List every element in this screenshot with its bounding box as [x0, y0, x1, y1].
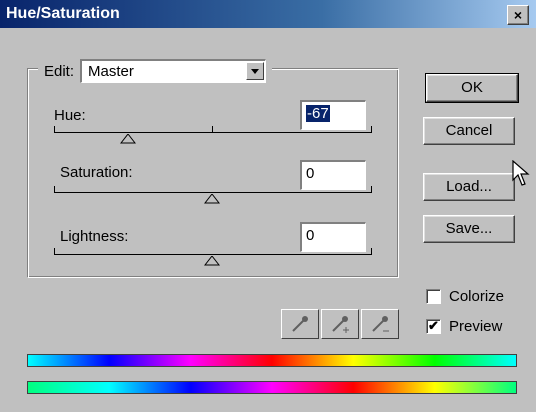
- hue-slider-thumb[interactable]: [120, 134, 136, 144]
- eyedropper-minus-icon: [372, 316, 389, 332]
- hue-slider-track[interactable]: [54, 132, 372, 133]
- saturation-slider-track[interactable]: [54, 192, 372, 193]
- lightness-tick-left: [54, 248, 55, 254]
- edit-dropdown[interactable]: Master: [80, 59, 267, 83]
- input-hue-spectrum: [27, 354, 517, 367]
- colorize-checkbox[interactable]: [426, 289, 441, 304]
- lightness-value: 0: [306, 227, 315, 244]
- chevron-down-icon[interactable]: [246, 62, 265, 80]
- mouse-cursor-icon: [512, 160, 530, 186]
- saturation-slider-thumb[interactable]: [204, 194, 220, 204]
- preview-option[interactable]: ✔ Preview: [426, 318, 502, 335]
- eyedropper-plus-button[interactable]: [321, 309, 359, 339]
- lightness-input[interactable]: 0: [300, 222, 366, 252]
- eyedropper-icon: [292, 316, 308, 332]
- lightness-label: Lightness:: [60, 228, 129, 245]
- saturation-input[interactable]: 0: [300, 160, 366, 190]
- lightness-tick-right: [371, 248, 372, 254]
- window-title: Hue/Saturation: [6, 5, 120, 22]
- saturation-value: 0: [306, 165, 315, 182]
- save-button[interactable]: Save...: [423, 215, 515, 243]
- close-button[interactable]: ×: [507, 5, 529, 25]
- edit-label: Edit:: [44, 62, 75, 80]
- lightness-slider-track[interactable]: [54, 254, 372, 255]
- edit-dropdown-value: Master: [88, 63, 134, 80]
- hue-input[interactable]: -67: [300, 100, 366, 130]
- saturation-label: Saturation:: [60, 164, 133, 181]
- preview-label: Preview: [449, 318, 503, 335]
- hue-tick-right: [371, 126, 372, 132]
- hue-tick-left: [54, 126, 55, 132]
- eyedropper-plus-icon: [332, 316, 349, 333]
- cancel-button[interactable]: Cancel: [423, 117, 515, 145]
- preview-checkbox[interactable]: ✔: [426, 319, 441, 334]
- colorize-option[interactable]: Colorize: [426, 288, 504, 305]
- load-button[interactable]: Load...: [423, 173, 515, 201]
- lightness-slider-thumb[interactable]: [204, 256, 220, 266]
- eyedropper-group: [281, 309, 401, 341]
- colorize-label: Colorize: [449, 288, 505, 305]
- hue-tick-center: [212, 126, 213, 132]
- ok-button[interactable]: OK: [425, 73, 519, 103]
- title-bar: Hue/Saturation ×: [0, 0, 536, 28]
- hue-value: -67: [306, 105, 330, 122]
- saturation-tick-left: [54, 186, 55, 192]
- edit-row: Edit: Master: [38, 58, 273, 84]
- eyedropper-button[interactable]: [281, 309, 319, 339]
- saturation-tick-right: [371, 186, 372, 192]
- output-hue-spectrum: [27, 381, 517, 394]
- hue-label: Hue:: [54, 107, 86, 124]
- eyedropper-minus-button[interactable]: [361, 309, 399, 339]
